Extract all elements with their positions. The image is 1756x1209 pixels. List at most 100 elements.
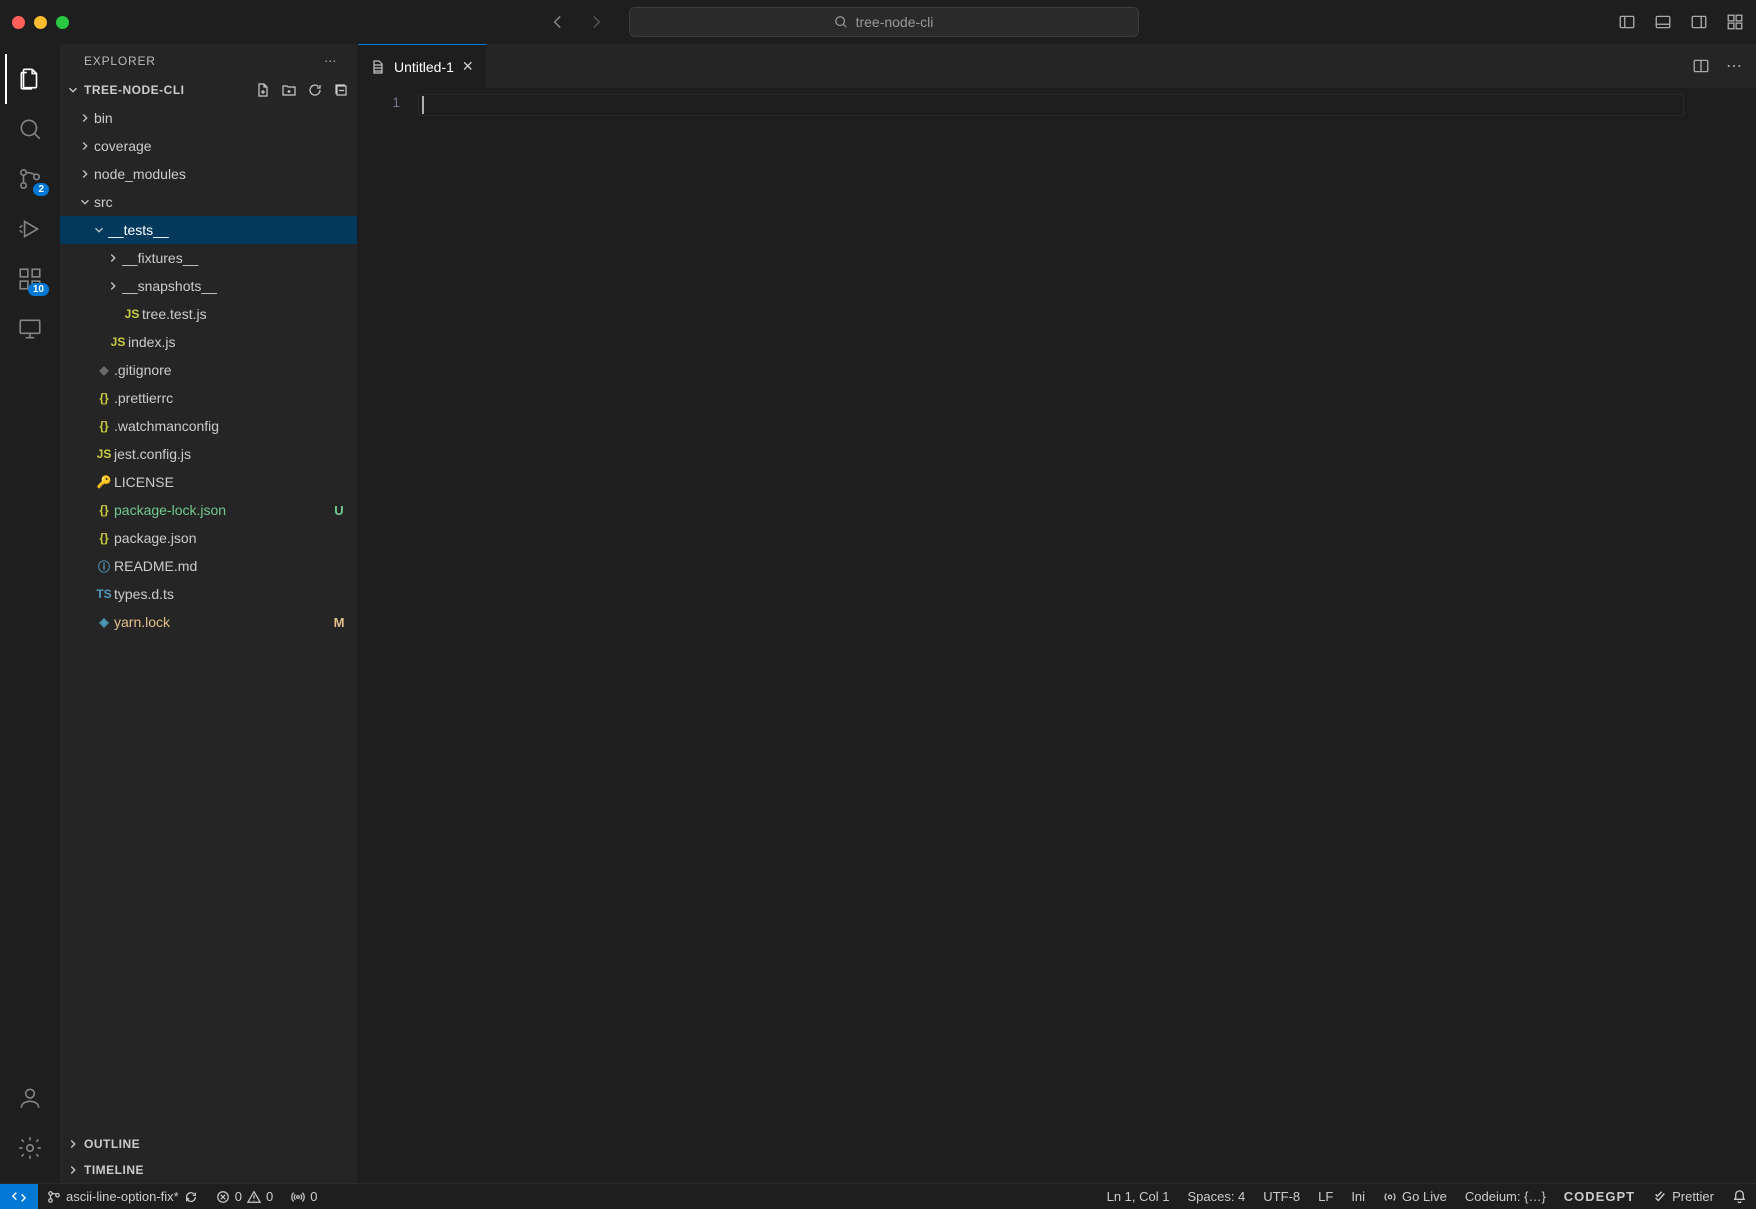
remote-indicator[interactable] — [0, 1184, 38, 1209]
tree-item-label: __fixtures__ — [122, 250, 347, 266]
minimize-window-button[interactable] — [34, 16, 47, 29]
tree-file[interactable]: ⓘREADME.md — [60, 552, 357, 580]
nav-forward-icon[interactable] — [587, 13, 605, 31]
tree-folder[interactable]: src — [60, 188, 357, 216]
extensions-badge: 10 — [28, 283, 49, 296]
maximize-window-button[interactable] — [56, 16, 69, 29]
title-bar: tree-node-cli — [0, 0, 1756, 44]
chevron-right-icon — [78, 167, 94, 181]
tree-file[interactable]: 🔑LICENSE — [60, 468, 357, 496]
language-mode[interactable]: Ini — [1342, 1184, 1374, 1209]
explorer-tab-icon[interactable] — [5, 54, 55, 104]
tree-file[interactable]: JSjest.config.js — [60, 440, 357, 468]
tree-file[interactable]: {}.watchmanconfig — [60, 412, 357, 440]
go-live[interactable]: Go Live — [1374, 1184, 1456, 1209]
tree-item-label: coverage — [94, 138, 347, 154]
chevron-right-icon — [66, 1163, 80, 1177]
chevron-down-icon — [78, 195, 94, 209]
error-icon — [216, 1190, 230, 1204]
tree-file[interactable]: {}package-lock.jsonU — [60, 496, 357, 524]
tree-file[interactable]: {}package.json — [60, 524, 357, 552]
tree-file[interactable]: JSindex.js — [60, 328, 357, 356]
tree-folder[interactable]: __snapshots__ — [60, 272, 357, 300]
status-bar: ascii-line-option-fix* 0 0 0 Ln 1, Col 1… — [0, 1183, 1756, 1209]
remote-explorer-tab-icon[interactable] — [5, 304, 55, 354]
outline-section[interactable]: OUTLINE — [60, 1131, 357, 1157]
project-header[interactable]: TREE-NODE-CLI — [60, 78, 357, 102]
codegpt-status[interactable]: CODEGPT — [1555, 1184, 1644, 1209]
ports-count: 0 — [310, 1189, 317, 1204]
tree-file[interactable]: JStree.test.js — [60, 300, 357, 328]
extensions-tab-icon[interactable]: 10 — [5, 254, 55, 304]
sync-icon[interactable] — [184, 1190, 198, 1204]
codeium-status[interactable]: Codeium: {…} — [1456, 1184, 1555, 1209]
ports-indicator[interactable]: 0 — [282, 1184, 326, 1209]
tree-file[interactable]: ◆.gitignore — [60, 356, 357, 384]
tree-item-label: jest.config.js — [114, 446, 347, 462]
current-line-highlight — [418, 94, 1684, 116]
explorer-title: EXPLORER — [84, 54, 156, 68]
customize-layout-icon[interactable] — [1726, 13, 1744, 31]
toggle-secondary-sidebar-icon[interactable] — [1690, 13, 1708, 31]
editor-tab[interactable]: Untitled-1 ✕ — [358, 44, 487, 88]
git-branch-indicator[interactable]: ascii-line-option-fix* — [38, 1184, 207, 1209]
git-decoration: M — [331, 615, 347, 630]
source-control-tab-icon[interactable]: 2 — [5, 154, 55, 204]
settings-gear-icon[interactable] — [5, 1123, 55, 1173]
tree-file[interactable]: TStypes.d.ts — [60, 580, 357, 608]
command-center-search[interactable]: tree-node-cli — [629, 7, 1139, 37]
problems-indicator[interactable]: 0 0 — [207, 1184, 282, 1209]
project-name: TREE-NODE-CLI — [84, 83, 185, 97]
tab-label: Untitled-1 — [394, 59, 454, 75]
tree-file[interactable]: ◈yarn.lockM — [60, 608, 357, 636]
tree-folder[interactable]: __fixtures__ — [60, 244, 357, 272]
tree-item-label: .gitignore — [114, 362, 347, 378]
new-folder-icon[interactable] — [281, 82, 297, 98]
tree-item-label: __snapshots__ — [122, 278, 347, 294]
warning-icon — [247, 1190, 261, 1204]
navigation-arrows — [549, 13, 605, 31]
eol[interactable]: LF — [1309, 1184, 1342, 1209]
window-controls — [12, 16, 69, 29]
explorer-sidebar: EXPLORER ⋯ TREE-NODE-CLI bin coverage node… — [60, 44, 358, 1183]
tree-item-label: package.json — [114, 530, 347, 546]
tree-file[interactable]: {}.prettierrc — [60, 384, 357, 412]
editor-body[interactable]: 1 — [358, 88, 1756, 1183]
toggle-primary-sidebar-icon[interactable] — [1618, 13, 1636, 31]
cursor-position[interactable]: Ln 1, Col 1 — [1098, 1184, 1179, 1209]
close-tab-icon[interactable]: ✕ — [462, 58, 474, 75]
text-cursor — [422, 96, 424, 114]
indentation[interactable]: Spaces: 4 — [1178, 1184, 1254, 1209]
split-editor-icon[interactable] — [1692, 57, 1710, 75]
encoding[interactable]: UTF-8 — [1254, 1184, 1309, 1209]
toggle-panel-icon[interactable] — [1654, 13, 1672, 31]
tree-item-label: .prettierrc — [114, 390, 347, 406]
timeline-section[interactable]: TIMELINE — [60, 1157, 357, 1183]
collapse-all-icon[interactable] — [333, 82, 349, 98]
search-icon — [834, 15, 848, 29]
chevron-right-icon — [106, 279, 122, 293]
git-branch-icon — [47, 1190, 61, 1204]
explorer-more-icon[interactable]: ⋯ — [324, 54, 337, 68]
run-debug-tab-icon[interactable] — [5, 204, 55, 254]
chevron-right-icon — [78, 139, 94, 153]
prettier-status[interactable]: Prettier — [1644, 1184, 1723, 1209]
warning-count: 0 — [266, 1189, 273, 1204]
refresh-icon[interactable] — [307, 82, 323, 98]
tree-folder[interactable]: coverage — [60, 132, 357, 160]
notifications-icon[interactable] — [1723, 1184, 1756, 1209]
tree-item-label: package-lock.json — [114, 502, 331, 518]
search-text: tree-node-cli — [856, 14, 934, 30]
tree-item-label: index.js — [128, 334, 347, 350]
tree-folder[interactable]: bin — [60, 104, 357, 132]
accounts-icon[interactable] — [5, 1073, 55, 1123]
tree-folder[interactable]: __tests__ — [60, 216, 357, 244]
search-tab-icon[interactable] — [5, 104, 55, 154]
nav-back-icon[interactable] — [549, 13, 567, 31]
tree-item-label: __tests__ — [108, 222, 347, 238]
tree-item-label: bin — [94, 110, 347, 126]
close-window-button[interactable] — [12, 16, 25, 29]
new-file-icon[interactable] — [255, 82, 271, 98]
editor-more-icon[interactable]: ⋯ — [1726, 56, 1742, 76]
tree-folder[interactable]: node_modules — [60, 160, 357, 188]
